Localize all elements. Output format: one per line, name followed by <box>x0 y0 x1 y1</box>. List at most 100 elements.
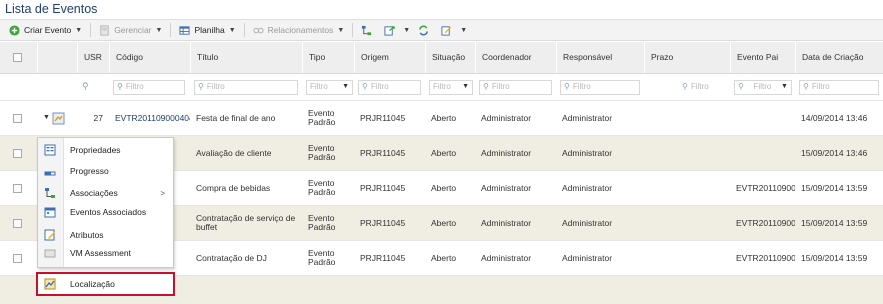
origin-cell: PRJR11045 <box>360 217 406 228</box>
header-type[interactable]: Tipo <box>302 42 354 73</box>
deadline-cell <box>644 206 730 240</box>
filter-code-input[interactable]: ⚲ Filtro <box>113 79 185 95</box>
attributes-icon <box>44 229 55 241</box>
row-actions[interactable]: ▼ <box>37 101 77 135</box>
search-icon: ⚲ <box>82 81 89 92</box>
title-cell: Contratação de DJ <box>196 252 267 263</box>
header-creation-date[interactable]: Data de Criação <box>795 42 883 73</box>
refresh-button[interactable] <box>414 21 437 39</box>
row-select[interactable] <box>0 241 37 275</box>
row-select[interactable] <box>0 171 37 205</box>
row-checkbox[interactable] <box>13 253 22 263</box>
parent-cell <box>730 136 795 170</box>
properties-icon <box>44 144 56 156</box>
filter-placeholder: Filtro <box>125 81 144 91</box>
table-icon <box>179 25 190 35</box>
header-status[interactable]: Situação <box>425 42 475 73</box>
coordinator-cell: Administrator <box>481 217 532 228</box>
header-usr[interactable]: USR <box>77 42 109 73</box>
filter-status-select[interactable]: Filtro ▼ <box>429 79 473 95</box>
search-icon: ⚲ <box>564 81 570 91</box>
chevron-down-icon: ▼ <box>781 83 788 91</box>
title-cell: Avaliação de cliente <box>196 147 272 158</box>
select-all-cell[interactable] <box>0 42 37 73</box>
spreadsheet-label: Planilha <box>194 25 225 35</box>
map-icon <box>44 278 56 289</box>
filter-responsible-input[interactable]: ⚲ Filtro <box>560 79 640 95</box>
status-cell: Aberto <box>431 182 457 193</box>
export-button[interactable]: ▼ <box>380 21 414 39</box>
chevron-down-icon: ▼ <box>462 83 469 91</box>
assessment-icon <box>44 249 56 258</box>
responsible-cell: Administrator <box>562 112 613 123</box>
filter-date-cell: ⚲ Filtro <box>795 74 883 100</box>
menu-item-location[interactable]: Localização <box>36 272 175 296</box>
row-select[interactable] <box>0 101 37 135</box>
filter-origin-input[interactable]: ⚲ Filtro <box>358 79 421 95</box>
relationships-button[interactable]: Relacionamentos ▼ <box>249 21 349 39</box>
menu-item-vm-assessment[interactable]: VM Assessment <box>38 245 173 261</box>
chevron-down-icon: ▼ <box>75 26 83 34</box>
spreadsheet-button[interactable]: Planilha ▼ <box>175 21 239 39</box>
filter-date-input[interactable]: ⚲ Filtro <box>799 79 879 95</box>
filter-usr[interactable]: ⚲ <box>77 74 109 100</box>
deadline-cell <box>644 171 730 205</box>
manage-button[interactable]: Gerenciar ▼ <box>95 21 166 39</box>
header-origin[interactable]: Origem <box>354 42 425 73</box>
filter-parent-select[interactable]: ⚲ Filtro ▼ <box>734 79 792 95</box>
edit-button[interactable]: ▼ <box>437 21 471 39</box>
header-responsible-label: Responsável <box>563 52 613 63</box>
row-checkbox[interactable] <box>13 183 22 193</box>
filter-title-input[interactable]: ⚲ Filtro <box>194 79 298 95</box>
responsible-cell: Administrator <box>562 252 613 263</box>
menu-item-progress[interactable]: Progresso <box>38 160 173 182</box>
toolbar-divider <box>352 23 354 37</box>
filter-placeholder: Filtro <box>753 81 772 91</box>
filter-origin-cell: ⚲ Filtro <box>354 74 425 100</box>
menu-item-properties[interactable]: Propriedades <box>38 139 173 161</box>
calendar-icon <box>44 207 56 218</box>
header-deadline[interactable]: Prazo <box>644 42 730 73</box>
filter-type-select[interactable]: Filtro ▼ <box>306 79 353 95</box>
chevron-down-icon[interactable]: ▼ <box>43 114 50 121</box>
filter-placeholder: Filtro <box>310 81 328 91</box>
create-event-button[interactable]: Criar Evento ▼ <box>5 21 86 39</box>
filter-coordinator-input[interactable]: ⚲ Filtro <box>479 79 552 95</box>
event-icon[interactable] <box>52 112 65 125</box>
filter-parent-cell: ⚲ Filtro ▼ <box>730 74 795 100</box>
menu-item-associated-events[interactable]: Eventos Associados <box>38 201 173 223</box>
table-row[interactable]: ▼ 27 EVTR201109000404 Festa de final de … <box>0 101 883 136</box>
filter-placeholder: Filtro <box>206 81 225 91</box>
row-checkbox[interactable] <box>13 218 22 228</box>
menu-item-attributes[interactable]: Atributos <box>38 224 173 246</box>
select-all-checkbox[interactable] <box>13 53 22 62</box>
filter-title-cell: ⚲ Filtro <box>190 74 302 100</box>
row-select[interactable] <box>0 136 37 170</box>
chevron-down-icon: ▼ <box>155 26 163 34</box>
menu-label: Atributos <box>70 230 104 240</box>
filter-row: ⚲ ⚲ Filtro ⚲ Filtro Filtro ▼ ⚲ Filtro Filtro… <box>0 74 883 101</box>
search-icon: ⚲ <box>117 81 123 91</box>
search-icon: ⚲ <box>362 81 368 91</box>
coordinator-cell: Administrator <box>481 182 532 193</box>
header-code[interactable]: Código <box>109 42 190 73</box>
menu-label: VM Assessment <box>70 248 131 258</box>
filter-responsible-cell: ⚲ Filtro <box>556 74 644 100</box>
header-coordinator[interactable]: Coordenador <box>475 42 556 73</box>
row-checkbox[interactable] <box>13 113 22 123</box>
deadline-cell <box>644 101 730 135</box>
header-parent-event[interactable]: Evento Pai <box>730 42 795 73</box>
header-responsible[interactable]: Responsável ↑ <box>556 42 644 73</box>
row-select[interactable] <box>0 206 37 240</box>
code-cell[interactable]: EVTR201109000404 <box>109 101 190 135</box>
header-title[interactable]: Título <box>190 42 302 73</box>
responsible-cell: Administrator <box>562 217 613 228</box>
deadline-cell <box>644 136 730 170</box>
created-cell: 15/09/2014 13:59 <box>801 217 868 228</box>
filter-deadline-input[interactable]: ⚲ Filtro <box>648 79 726 95</box>
row-checkbox[interactable] <box>13 148 22 158</box>
search-icon: ⚲ <box>738 81 744 91</box>
hierarchy-button[interactable] <box>357 21 380 39</box>
document-icon <box>100 24 109 36</box>
menu-label: Eventos Associados <box>70 207 147 217</box>
